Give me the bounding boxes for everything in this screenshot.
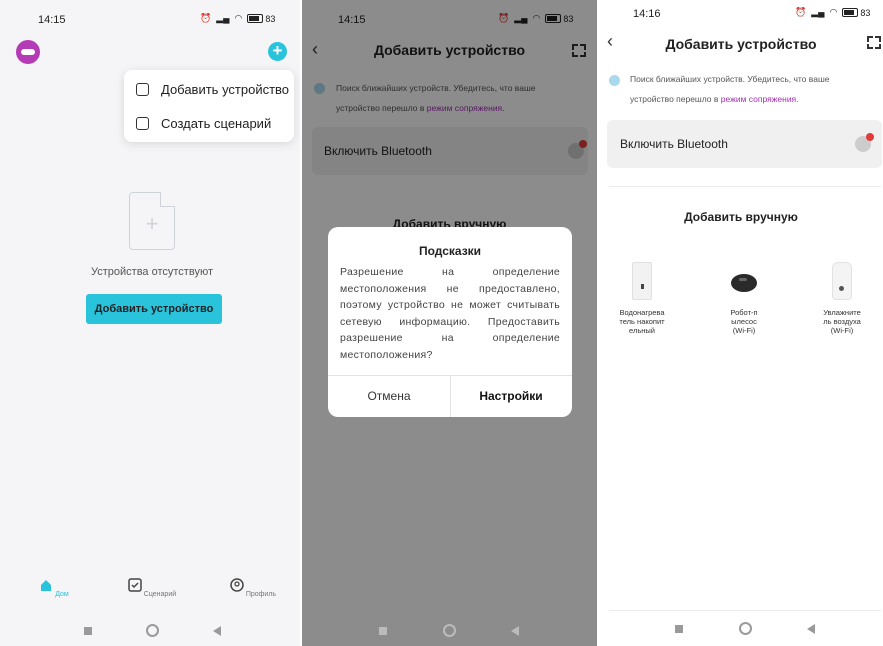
system-nav-bar [599,616,883,644]
add-device-screen-dialog: 14:15 ⏰ ▂▄ ◠ 83 ‹ Добавить устройство По… [302,0,597,646]
wifi-icon: ◠ [829,7,838,17]
section-divider [609,186,881,187]
home-system-button[interactable] [146,624,159,637]
tab-profile[interactable]: Профиль [223,576,283,598]
menu-add-device-label: Добавить устройство [161,82,290,97]
menu-add-device[interactable]: Добавить устройство [136,82,289,97]
bottom-tabbar: Дом Сценарий Профиль [0,576,300,620]
empty-document-icon: + [129,192,175,250]
permission-dialog: Подсказки Разрешение на определение мест… [328,227,572,417]
device-add-icon [136,83,149,96]
back-system-button[interactable] [511,626,519,636]
menu-create-scene-label: Создать сценарий [161,116,272,131]
home-system-button[interactable] [739,622,752,635]
enable-bluetooth-row[interactable]: Включить Bluetooth [607,120,882,168]
battery-icon: 83 [842,8,870,18]
dialog-title: Подсказки [418,244,482,258]
recents-button[interactable] [379,627,387,635]
bottom-divider [609,610,881,611]
scene-add-icon [136,117,149,130]
dialog-settings-button[interactable]: Настройки [450,376,572,417]
status-icons: ⏰ ▂▄ ◠ 83 [795,7,870,18]
signal-icon: ▂▄ [216,13,230,23]
home-screen: 14:15 ⏰ ▂▄ ◠ 83 + Добавить устройство Со… [0,0,300,646]
device-label-water-heater: Водонагрева тель накопит ельный [619,308,665,335]
menu-create-scene[interactable]: Создать сценарий [136,116,271,131]
home-icon [41,580,52,591]
tab-scene[interactable]: Сценарий [122,576,182,598]
alarm-icon: ⏰ [795,7,807,17]
scan-icon[interactable] [866,35,882,50]
home-system-button[interactable] [443,624,456,637]
add-plus-button[interactable]: + [268,42,287,61]
status-time: 14:16 [633,8,661,20]
add-menu-popup: Добавить устройство Создать сценарий [124,70,294,142]
dialog-message: Разрешение на определение местоположения… [340,266,560,361]
device-label-robot-vacuum: Робот-п ылесос (Wi-Fi) [730,308,758,335]
profile-icon [230,578,244,592]
scene-icon [128,578,142,592]
add-device-screen: 14:16 ⏰ ▂▄ ◠ 83 ‹ Добавить устройство По… [599,0,883,646]
signal-icon: ▂▄ [811,7,825,17]
back-system-button[interactable] [213,626,221,636]
device-tile-humidifier[interactable]: Увлажните ль воздуха (Wi-Fi) [811,262,873,335]
tab-home[interactable]: Дом [24,576,84,598]
bluetooth-icon [855,133,874,152]
bluetooth-label: Включить Bluetooth [620,137,728,151]
search-hint: Поиск ближайших устройств. Убедитесь, чт… [630,74,830,104]
status-time: 14:15 [38,14,66,26]
status-icons: ⏰ ▂▄ ◠ 83 [200,13,275,24]
recents-button[interactable] [84,627,92,635]
pairing-mode-link[interactable]: режим сопряжения [721,94,796,104]
device-tile-robot-vacuum[interactable]: Робот-п ылесос (Wi-Fi) [713,262,775,335]
humidifier-icon [832,262,852,300]
add-device-button[interactable]: Добавить устройство [86,294,222,324]
recents-button[interactable] [675,625,683,633]
robot-vacuum-icon [729,270,759,296]
page-title: Добавить устройство [665,36,817,52]
empty-state-text: Устройства отсутствуют [91,266,213,278]
water-heater-icon [632,262,652,300]
system-nav-bar [0,618,300,646]
battery-icon: 83 [247,14,275,24]
dialog-cancel-button[interactable]: Отмена [328,376,450,417]
back-system-button[interactable] [807,624,815,634]
device-label-humidifier: Увлажните ль воздуха (Wi-Fi) [823,308,861,335]
system-nav-bar [302,618,597,646]
search-indicator-icon [609,75,620,86]
app-logo-icon [16,40,40,64]
manual-add-title: Добавить вручную [684,210,798,224]
wifi-icon: ◠ [234,13,243,23]
device-tile-water-heater[interactable]: Водонагрева тель накопит ельный [611,262,673,335]
alarm-icon: ⏰ [200,13,212,23]
